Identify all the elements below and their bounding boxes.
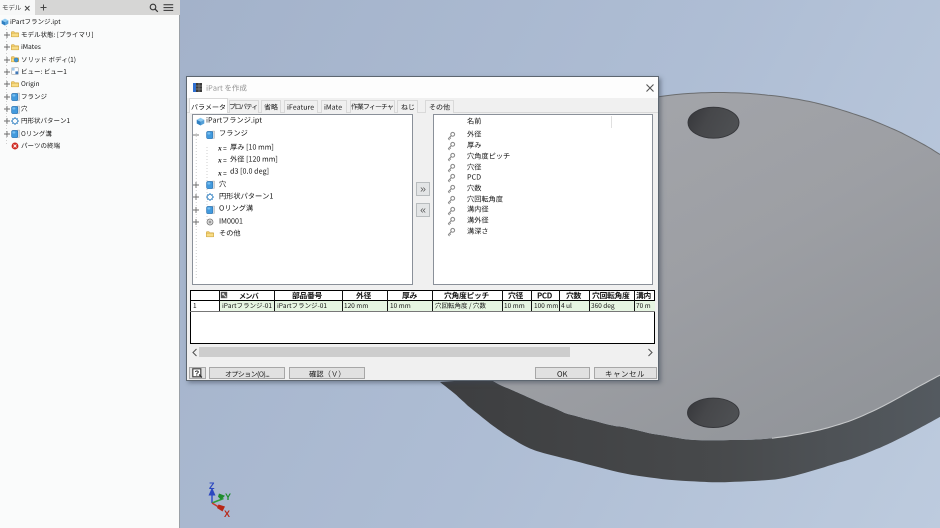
svg-text:x: x: [218, 144, 222, 152]
svg-text:=: =: [223, 171, 227, 178]
svg-text:?: ?: [195, 368, 200, 377]
svg-text:x: x: [218, 156, 222, 164]
svg-text:x: x: [218, 169, 222, 177]
svg-text:Y: Y: [225, 492, 231, 502]
svg-text:Z: Z: [209, 481, 215, 491]
svg-text:X: X: [224, 509, 230, 519]
svg-text:=: =: [223, 158, 227, 165]
svg-text:=: =: [223, 146, 227, 153]
